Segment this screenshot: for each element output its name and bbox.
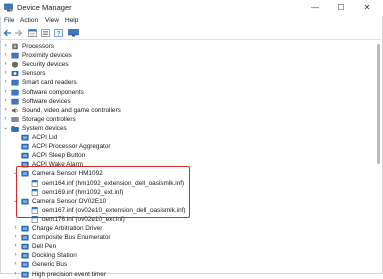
software-component-icon xyxy=(11,89,19,95)
back-arrow-icon[interactable] xyxy=(3,29,12,37)
device-icon xyxy=(21,262,29,268)
chevron-right-icon[interactable]: › xyxy=(2,70,9,77)
tree-item-label: ACPI Lid xyxy=(32,134,58,141)
device-manager-icon xyxy=(4,3,13,12)
tree-item-label: ACPI Sleep Button xyxy=(32,152,86,160)
device-icon xyxy=(21,253,29,259)
annotation-highlight-box xyxy=(16,166,190,218)
maximize-button[interactable]: ☐ xyxy=(330,0,352,16)
tree-item[interactable]: › Software devices xyxy=(5,97,360,106)
chevron-down-icon[interactable]: ⌄ xyxy=(2,125,9,132)
tree-item-label: Software devices xyxy=(22,97,71,105)
chevron-right-icon[interactable]: › xyxy=(12,234,19,241)
device-icon xyxy=(21,234,29,241)
chevron-right-icon[interactable]: › xyxy=(12,261,19,268)
vertical-scrollbar[interactable] xyxy=(376,40,381,272)
tree-item[interactable]: › Proximity devices xyxy=(5,51,360,60)
tree-item-label: ACPI Processor Aggregator xyxy=(32,143,111,151)
title-bar[interactable]: Device Manager — ☐ ✕ xyxy=(0,0,383,16)
tree-item-label: Storage controllers xyxy=(22,115,76,123)
tree-item[interactable]: › Security devices xyxy=(5,60,360,69)
forward-arrow-icon[interactable] xyxy=(14,29,23,37)
chevron-right-icon[interactable]: › xyxy=(2,98,9,105)
tree-item-label: Dell Pen xyxy=(32,243,57,251)
device-icon xyxy=(21,225,29,232)
close-button[interactable]: ✕ xyxy=(356,0,378,16)
tree-item-label: Smart card readers xyxy=(22,79,77,87)
tree-item[interactable]: › Charge Arbitration Driver xyxy=(15,224,360,233)
chevron-right-icon[interactable]: › xyxy=(12,243,19,250)
tree-item-label: Security devices xyxy=(22,61,69,69)
menu-action[interactable]: Action xyxy=(20,17,38,24)
sound-icon xyxy=(12,107,18,113)
tree-item-label: Proximity devices xyxy=(22,52,72,60)
tree-item[interactable]: ⌄ System devices xyxy=(3,124,360,133)
list-view-icon[interactable] xyxy=(41,29,50,37)
tree-item[interactable]: › Storage controllers xyxy=(5,115,360,124)
chevron-right-icon[interactable]: › xyxy=(2,43,9,50)
tree-item-label: Docking Station xyxy=(32,252,77,260)
security-icon xyxy=(12,61,18,68)
device-tree: › Processors › Proximity devices › Security d… xyxy=(0,40,372,278)
device-icon xyxy=(21,271,29,277)
menu-file[interactable]: File xyxy=(4,17,14,24)
tree-item[interactable]: › High precision event timer xyxy=(15,270,360,279)
tree-item[interactable]: ACPI Lid xyxy=(20,133,360,142)
chevron-right-icon[interactable]: › xyxy=(2,116,9,123)
tree-item[interactable]: › Sensors xyxy=(5,69,360,78)
tree-item[interactable]: › Software components xyxy=(5,88,360,97)
sensor-icon xyxy=(11,71,19,77)
tree-item-label: Sound, video and game controllers xyxy=(22,106,121,114)
tree-item[interactable]: › Generic Bus xyxy=(15,260,360,269)
tree-item-label: Charge Arbitration Driver xyxy=(32,225,103,232)
proximity-icon xyxy=(11,52,19,59)
chevron-right-icon[interactable]: › xyxy=(2,52,9,59)
window-title: Device Manager xyxy=(17,3,72,12)
storage-icon xyxy=(11,117,19,122)
tree-item-label: Composite Bus Enumerator xyxy=(32,234,111,242)
software-device-icon xyxy=(11,98,19,104)
chevron-right-icon[interactable]: › xyxy=(2,107,9,114)
device-icon xyxy=(21,243,29,250)
smartcard-icon xyxy=(11,80,19,86)
menu-bar: File Action View Help xyxy=(0,16,383,27)
chevron-right-icon[interactable]: › xyxy=(2,89,9,96)
menu-view[interactable]: View xyxy=(45,17,59,24)
tree-item[interactable]: ACPI Sleep Button xyxy=(20,151,360,160)
minimize-button[interactable]: — xyxy=(304,0,326,16)
tree-item[interactable]: › Processors xyxy=(5,42,360,51)
tree-item[interactable]: › Dell Pen xyxy=(15,242,360,251)
chevron-right-icon[interactable]: › xyxy=(2,61,9,68)
chevron-right-icon[interactable]: › xyxy=(12,252,19,259)
scrollbar-thumb[interactable] xyxy=(377,44,380,164)
tree-item-label: System devices xyxy=(22,124,67,132)
tree-item[interactable]: › Sound, video and game controllers xyxy=(5,106,360,115)
system-folder-icon xyxy=(11,126,19,132)
tree-item[interactable]: › Smart card readers xyxy=(5,78,360,87)
tree-item[interactable]: › Composite Bus Enumerator xyxy=(15,233,360,242)
tree-item-label: Sensors xyxy=(22,70,46,78)
device-icon xyxy=(21,134,29,141)
device-icon xyxy=(21,152,29,159)
properties-icon[interactable] xyxy=(28,29,37,37)
processor-icon xyxy=(12,43,18,50)
tree-item-label: Software components xyxy=(22,88,84,96)
tree-item-label: Generic Bus xyxy=(32,261,68,269)
monitor-icon[interactable] xyxy=(68,29,79,37)
tree-item[interactable]: ACPI Processor Aggregator xyxy=(20,142,360,151)
chevron-right-icon[interactable]: › xyxy=(12,271,19,278)
menu-help[interactable]: Help xyxy=(65,17,78,24)
tree-item-label: High precision event timer xyxy=(32,270,106,278)
help-icon[interactable]: ? xyxy=(54,29,63,37)
device-icon xyxy=(21,143,29,150)
chevron-right-icon[interactable]: › xyxy=(2,79,9,86)
tree-item[interactable]: › Docking Station xyxy=(15,251,360,260)
toolbar: ? xyxy=(0,27,383,40)
chevron-right-icon[interactable]: › xyxy=(12,225,19,232)
tree-item-label: Processors xyxy=(22,43,54,50)
